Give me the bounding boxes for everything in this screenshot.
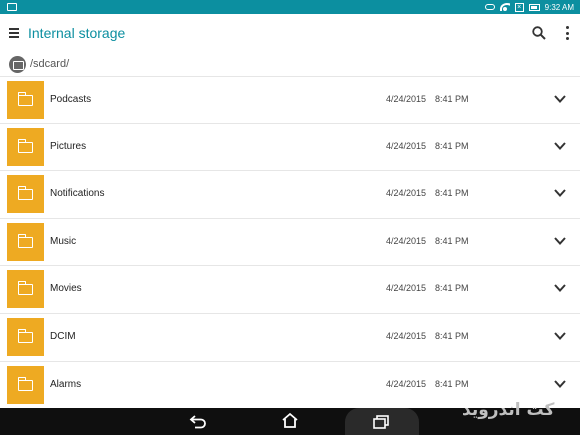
folder-name: Pictures [50,140,87,152]
folder-name: Podcasts [50,94,92,105]
sim-icon: × [514,2,524,12]
list-item[interactable]: Pictures 4/24/2015 8:41 PM [0,124,580,172]
folder-date: 4/24/2015 [386,330,427,341]
folder-time: 8:41 PM [435,140,469,151]
storage-icon[interactable] [9,56,26,73]
folder-date: 4/24/2015 [386,283,427,294]
wifi-icon [499,3,510,11]
folder-icon [7,127,44,166]
folder-date: 4/24/2015 [386,188,427,199]
status-bar: × 9:32 AM [0,0,580,14]
home-icon[interactable] [281,412,299,429]
recent-apps-icon[interactable] [373,415,389,429]
folder-name: DCIM [50,330,76,342]
breadcrumb-path[interactable]: /sdcard/ [30,58,69,70]
list-item[interactable]: DCIM 4/24/2015 8:41 PM [0,314,580,362]
folder-icon [7,270,44,309]
notification-icon [7,3,17,11]
folder-icon [7,175,44,214]
folder-time: 8:41 PM [435,378,469,389]
folder-time: 8:41 PM [435,283,469,294]
chevron-down-icon[interactable] [553,330,567,342]
chevron-down-icon[interactable] [553,378,567,390]
folder-time: 8:41 PM [435,94,469,104]
battery-icon [528,3,540,11]
folder-name: Music [50,235,77,247]
list-item[interactable]: Podcasts 4/24/2015 8:41 PM [0,76,580,124]
back-icon[interactable] [189,414,207,429]
breadcrumb: /sdcard/ [0,52,580,76]
folder-icon [7,365,44,404]
folder-date: 4/24/2015 [386,235,427,246]
folder-time: 8:41 PM [435,330,469,341]
menu-icon[interactable] [9,28,19,38]
folder-date: 4/24/2015 [386,94,427,104]
recent-apps-button[interactable] [345,408,419,435]
folder-icon [7,222,44,261]
folder-date: 4/24/2015 [386,140,427,151]
status-time: 9:32 AM [544,2,574,12]
app-bar: Internal storage [0,14,580,52]
chevron-down-icon[interactable] [553,235,567,247]
search-icon[interactable] [532,26,546,40]
folder-name: Notifications [50,188,105,200]
list-item[interactable]: Notifications 4/24/2015 8:41 PM [0,171,580,219]
key-icon [484,4,495,10]
folder-time: 8:41 PM [435,188,469,199]
folder-name: Movies [50,283,82,295]
folder-icon [7,81,44,119]
folder-name: Alarms [50,378,82,390]
folder-list: Podcasts 4/24/2015 8:41 PM Pictures 4/24… [0,76,580,410]
list-item[interactable]: Movies 4/24/2015 8:41 PM [0,266,580,314]
watermark: کت اندروید [462,400,555,420]
list-item[interactable]: Music 4/24/2015 8:41 PM [0,219,580,267]
chevron-down-icon[interactable] [553,187,567,199]
chevron-down-icon[interactable] [553,93,567,105]
page-title: Internal storage [28,25,126,41]
overflow-menu-icon[interactable] [565,26,569,40]
folder-time: 8:41 PM [435,235,469,246]
chevron-down-icon[interactable] [553,282,567,294]
status-icons: × 9:32 AM [484,2,574,12]
folder-date: 4/24/2015 [386,378,427,389]
folder-icon [7,317,44,356]
chevron-down-icon[interactable] [553,140,567,152]
